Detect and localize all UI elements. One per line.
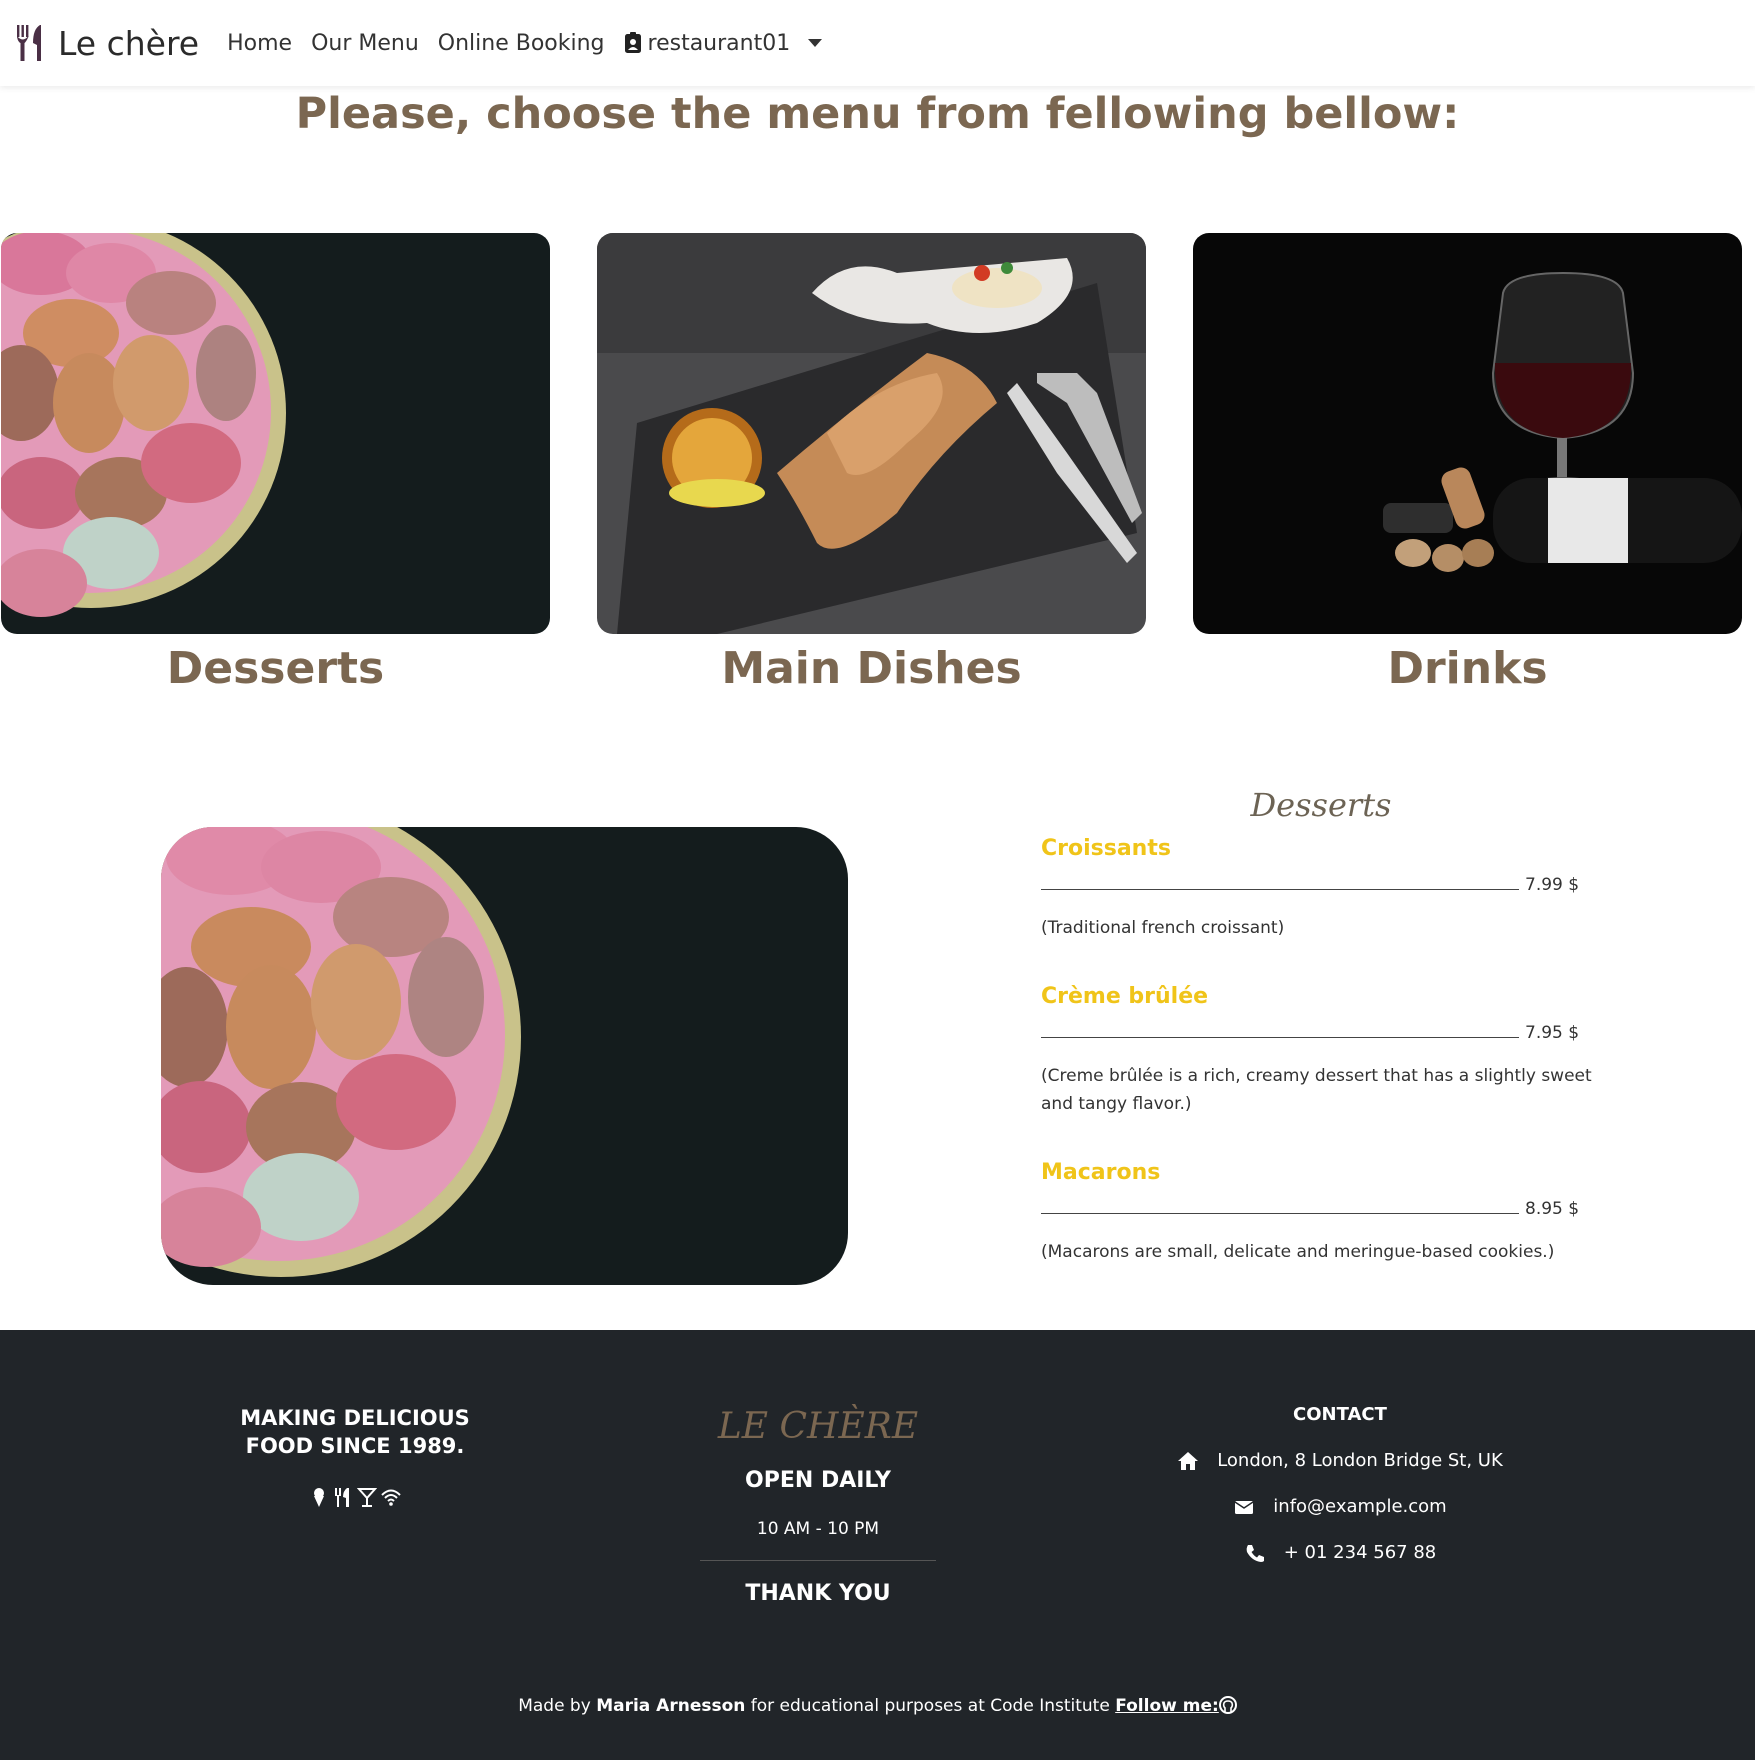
price-leader-line xyxy=(1041,872,1519,890)
category-label-main-dishes: Main Dishes xyxy=(721,643,1022,694)
envelope-icon xyxy=(1234,1501,1254,1514)
id-badge-icon xyxy=(624,32,641,53)
chevron-down-icon xyxy=(808,39,823,47)
menu-item-price-row: 8.95 $ xyxy=(1041,1194,1601,1224)
brand-name: Le chère xyxy=(58,23,200,63)
ice-cream-icon xyxy=(314,1488,324,1507)
footer-hours: LE CHÈRE OPEN DAILY 10 AM - 10 PM THANK … xyxy=(700,1402,936,1609)
menu-item-description: (Macarons are small, delicate and mering… xyxy=(1041,1242,1555,1262)
cocktail-icon xyxy=(357,1488,377,1507)
brand[interactable]: Le chère xyxy=(14,23,199,63)
menu-panel: Desserts Croissants 7.99 $ (Traditional … xyxy=(1041,780,1601,1302)
footer-credit: Made by Maria Arnesson for educational p… xyxy=(0,1696,1755,1716)
price-leader-line xyxy=(1041,1196,1519,1214)
footer-amenity-icons xyxy=(230,1486,480,1508)
menu-item-name: Croissants xyxy=(1041,836,1171,861)
menu-item: Crème brûlée 7.95 $ (Creme brûlée is a r… xyxy=(1041,978,1601,1118)
footer: MAKING DELICIOUS FOOD SINCE 1989. LE CHÈ… xyxy=(0,1330,1755,1760)
wifi-icon xyxy=(381,1489,401,1506)
credit-prefix: Made by xyxy=(518,1696,591,1716)
nav-our-menu[interactable]: Our Menu xyxy=(311,31,419,56)
desserts-feature-image xyxy=(161,827,848,1285)
menu-item-name: Crème brûlée xyxy=(1041,984,1209,1009)
phone-icon xyxy=(1246,1545,1264,1562)
footer-phone: + 01 234 567 88 xyxy=(1283,1542,1437,1563)
utensils-icon xyxy=(17,25,41,61)
category-label-desserts: Desserts xyxy=(166,643,385,694)
category-cards: Desserts Main Dishes Drinks xyxy=(0,233,1755,694)
footer-tagline-line2: FOOD SINCE 1989. xyxy=(245,1434,465,1458)
menu-item: Macarons 8.95 $ (Macarons are small, del… xyxy=(1041,1154,1601,1266)
menu-item-price-row: 7.95 $ xyxy=(1041,1018,1601,1048)
menu-item-price: 8.95 $ xyxy=(1525,1199,1580,1219)
menu-item-price: 7.95 $ xyxy=(1525,1023,1580,1043)
footer-divider xyxy=(700,1560,936,1561)
footer-email-row: info@example.com xyxy=(1160,1492,1520,1522)
navbar: Le chère Home Our Menu Online Booking re… xyxy=(0,0,1755,86)
github-icon xyxy=(1218,1696,1237,1714)
menu-item-price: 7.99 $ xyxy=(1525,875,1580,895)
footer-logo: LE CHÈRE xyxy=(717,1406,919,1447)
follow-me-link[interactable]: Follow me: xyxy=(1115,1696,1237,1716)
menu-title: Desserts xyxy=(1250,786,1392,824)
footer-thank-you: THANK YOU xyxy=(745,1581,891,1606)
credit-suffix: for educational purposes at Code Institu… xyxy=(750,1696,1110,1716)
utensils-icon xyxy=(335,1488,349,1507)
desserts-image xyxy=(1,233,550,634)
menu-item-description: (Creme brûlée is a rich, creamy dessert … xyxy=(1041,1066,1592,1114)
footer-address: London, 8 London Bridge St, UK xyxy=(1217,1450,1503,1471)
footer-contact: CONTACT London, 8 London Bridge St, UK i… xyxy=(1160,1400,1520,1584)
menu-item-description: (Traditional french croissant) xyxy=(1041,918,1285,938)
drinks-image xyxy=(1193,233,1742,634)
price-leader-line xyxy=(1041,1020,1519,1038)
footer-open-label: OPEN DAILY xyxy=(745,1468,891,1493)
credit-author: Maria Arnesson xyxy=(596,1696,746,1716)
category-card-drinks[interactable]: Drinks xyxy=(1193,233,1742,700)
category-label-drinks: Drinks xyxy=(1387,643,1548,694)
user-dropdown[interactable]: restaurant01 xyxy=(624,31,823,56)
menu-item: Croissants 7.99 $ (Traditional french cr… xyxy=(1041,830,1601,942)
footer-phone-row: + 01 234 567 88 xyxy=(1160,1538,1520,1568)
user-name: restaurant01 xyxy=(647,30,791,56)
home-icon xyxy=(1178,1452,1199,1470)
footer-about: MAKING DELICIOUS FOOD SINCE 1989. xyxy=(230,1404,480,1508)
category-card-main-dishes[interactable]: Main Dishes xyxy=(597,233,1146,700)
footer-email[interactable]: info@example.com xyxy=(1273,1492,1446,1522)
follow-me-label: Follow me: xyxy=(1115,1696,1219,1716)
nav-online-booking[interactable]: Online Booking xyxy=(438,31,605,56)
main-dishes-image xyxy=(597,233,1146,634)
footer-tagline-line1: MAKING DELICIOUS xyxy=(240,1406,470,1430)
page-heading: Please, choose the menu from fellowing b… xyxy=(295,89,1460,139)
category-card-desserts[interactable]: Desserts xyxy=(1,233,550,700)
menu-item-name: Macarons xyxy=(1041,1160,1161,1185)
footer-address-row: London, 8 London Bridge St, UK xyxy=(1160,1446,1520,1476)
nav-home[interactable]: Home xyxy=(227,31,292,56)
menu-item-price-row: 7.99 $ xyxy=(1041,870,1601,900)
footer-hours-text: 10 AM - 10 PM xyxy=(756,1519,880,1539)
footer-contact-title: CONTACT xyxy=(1293,1404,1387,1425)
